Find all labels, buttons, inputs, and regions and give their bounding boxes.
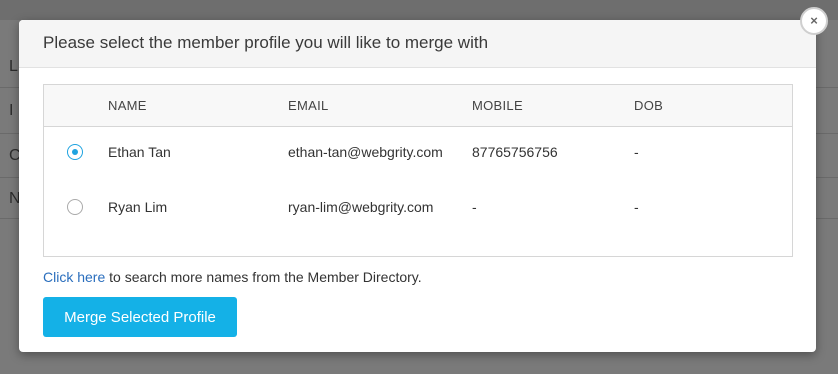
background-text: L bbox=[9, 58, 18, 75]
background-text: I bbox=[9, 102, 14, 119]
member-mobile: 87765756756 bbox=[472, 144, 558, 160]
column-header-mobile: MOBILE bbox=[472, 98, 523, 113]
modal-title: Please select the member profile you wil… bbox=[43, 33, 489, 52]
member-name: Ryan Lim bbox=[108, 199, 168, 215]
table-header: NAME EMAIL MOBILE DOB bbox=[44, 85, 792, 127]
modal-header: Please select the member profile you wil… bbox=[19, 20, 816, 68]
member-mobile: - bbox=[472, 199, 477, 215]
member-email: ryan-lim@webgrity.com bbox=[288, 199, 434, 215]
merge-selected-profile-button[interactable]: Merge Selected Profile bbox=[43, 297, 237, 337]
select-radio[interactable] bbox=[67, 144, 83, 160]
member-dob: - bbox=[634, 199, 639, 215]
table-row[interactable]: Ryan Lim ryan-lim@webgrity.com - - bbox=[44, 192, 792, 222]
member-dob: - bbox=[634, 144, 639, 160]
table-row[interactable]: Ethan Tan ethan-tan@webgrity.com 8776575… bbox=[44, 137, 792, 167]
member-email: ethan-tan@webgrity.com bbox=[288, 144, 443, 160]
member-name: Ethan Tan bbox=[108, 144, 171, 160]
click-here-link[interactable]: Click here bbox=[43, 269, 105, 285]
select-radio[interactable] bbox=[67, 199, 83, 215]
merge-profile-modal: Please select the member profile you wil… bbox=[19, 20, 816, 352]
background-topbar bbox=[0, 0, 838, 20]
close-icon[interactable]: × bbox=[800, 7, 828, 35]
member-table: NAME EMAIL MOBILE DOB Ethan Tan ethan-ta… bbox=[43, 84, 793, 257]
column-header-email: EMAIL bbox=[288, 98, 329, 113]
search-directory-text: Click here to search more names from the… bbox=[43, 269, 422, 285]
search-directory-suffix: to search more names from the Member Dir… bbox=[105, 269, 422, 285]
column-header-dob: DOB bbox=[634, 98, 664, 113]
column-header-name: NAME bbox=[108, 98, 147, 113]
